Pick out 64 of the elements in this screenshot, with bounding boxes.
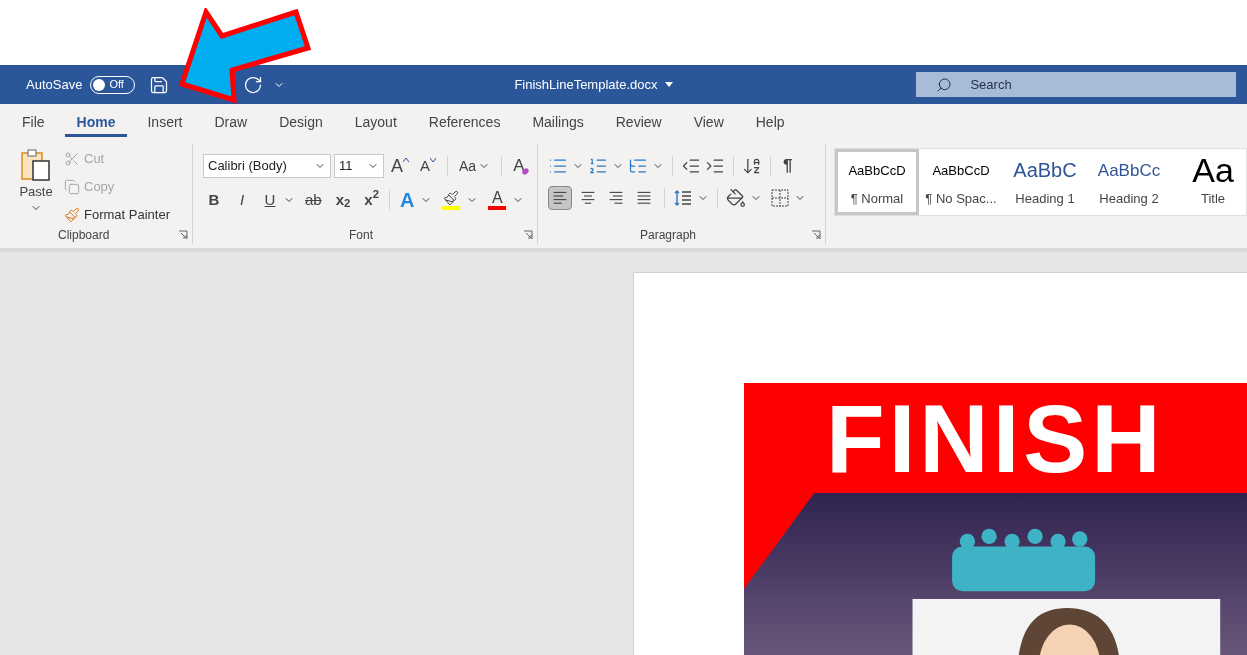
format-painter-button[interactable]: Format Painter — [64, 204, 170, 226]
caret-icon[interactable] — [665, 82, 674, 87]
align-justify-icon — [636, 190, 652, 206]
font-name-field[interactable]: Calibri (Body) — [203, 154, 331, 178]
numbering-icon[interactable] — [588, 156, 608, 176]
group-label: Paragraph — [640, 227, 697, 244]
dialog-launcher-icon[interactable] — [811, 230, 821, 240]
caret-down-icon — [430, 158, 437, 162]
paste-button[interactable]: Paste — [14, 148, 58, 226]
align-center-icon — [580, 190, 596, 206]
borders-icon[interactable] — [770, 188, 790, 208]
align-left-icon — [552, 190, 568, 206]
dialog-launcher-icon[interactable] — [178, 230, 188, 240]
style-item[interactable]: AaBbCcD ¶ Normal — [835, 149, 919, 215]
sub-button[interactable]: x$_{2}$ — [331, 188, 355, 212]
group-label: Clipboard — [58, 227, 110, 244]
font-color-button[interactable]: A — [484, 188, 511, 212]
bold-button[interactable]: B — [203, 188, 225, 212]
document-title[interactable]: FinishLineTemplate.docx — [514, 74, 658, 95]
style-item[interactable]: AaBbC Heading 1 — [1003, 149, 1087, 215]
clear-formatting-button[interactable]: A — [509, 154, 529, 178]
redo-icon[interactable] — [243, 74, 264, 95]
ribbon-tab[interactable]: Mailings — [520, 107, 596, 137]
clipboard-icon — [20, 148, 52, 182]
change-case-button[interactable]: Aa — [455, 154, 495, 178]
font-size-field[interactable]: 11 — [334, 154, 384, 178]
line-spacing-icon[interactable] — [673, 188, 693, 208]
sup-button[interactable]: x$^{2}$ — [360, 188, 383, 212]
search-field[interactable]: Search — [970, 74, 1171, 95]
search-bar[interactable]: Search — [916, 72, 1237, 97]
show-marks-button[interactable]: ¶ — [779, 154, 797, 178]
align-left-button[interactable] — [548, 186, 572, 210]
copy-icon — [64, 179, 80, 195]
scissors-icon — [64, 151, 80, 167]
ribbon-tab[interactable]: Insert — [135, 107, 195, 137]
highlighter-icon — [443, 190, 460, 206]
search-icon — [936, 76, 953, 93]
ribbon-tab[interactable]: File — [10, 107, 57, 137]
ribbon-tab[interactable]: Draw — [202, 107, 260, 137]
italic-button[interactable]: I — [231, 188, 253, 212]
paintbrush-icon — [64, 207, 80, 223]
underline-button[interactable]: U — [259, 188, 281, 212]
autosave-label: AutoSave — [26, 75, 83, 94]
style-item[interactable]: AaBbCc Heading 2 — [1087, 149, 1171, 215]
shrink-font-button[interactable]: A — [416, 154, 441, 178]
ribbon-tab[interactable]: Design — [267, 107, 335, 137]
ribbon-tab[interactable]: View — [681, 107, 736, 137]
ribbon-tab[interactable]: Help — [743, 107, 797, 137]
poster-heading: FINISH — [826, 385, 1166, 493]
group-label: Font — [349, 227, 373, 244]
save-icon[interactable] — [149, 74, 170, 95]
sort-icon[interactable] — [742, 156, 762, 176]
caret-up-icon — [403, 158, 409, 162]
style-item[interactable]: Aa Title — [1171, 149, 1246, 215]
strike-button[interactable]: ab — [301, 188, 326, 212]
dialog-launcher-icon[interactable] — [523, 230, 533, 240]
ribbon-tab[interactable]: Home — [64, 107, 128, 137]
grow-font-button[interactable]: A — [387, 154, 413, 178]
ribbon-tab[interactable]: Review — [603, 107, 674, 137]
style-item[interactable]: AaBbCcD ¶ No Spac... — [919, 149, 1003, 215]
ribbon-tab[interactable]: Layout — [342, 107, 409, 137]
align-right-icon — [608, 190, 624, 206]
ribbon-tab[interactable]: References — [416, 107, 513, 137]
shading-icon[interactable] — [726, 188, 746, 208]
